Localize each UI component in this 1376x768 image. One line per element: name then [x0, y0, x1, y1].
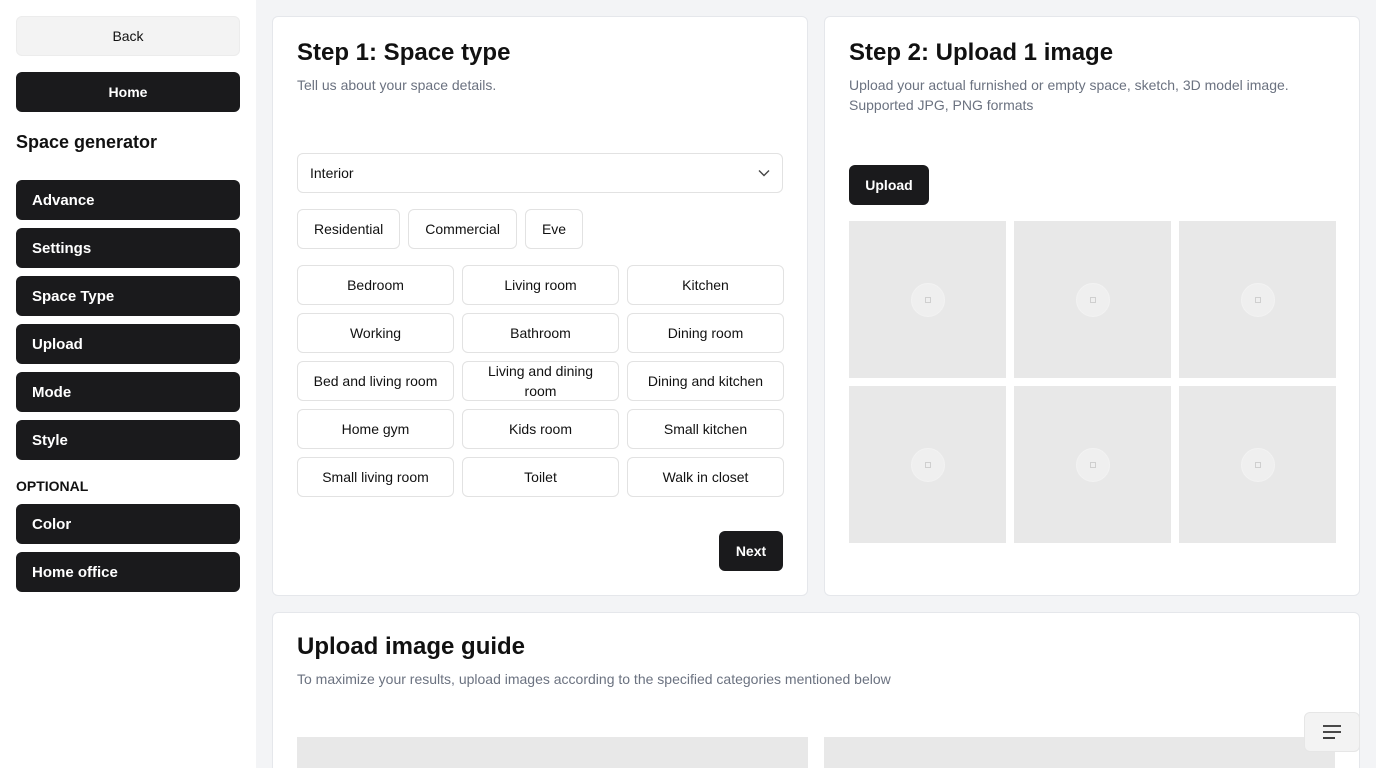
room-option[interactable]: Walk in closet: [627, 457, 784, 497]
sidebar-title: Space generator: [16, 132, 158, 152]
room-option[interactable]: Working: [297, 313, 454, 353]
space-kind-select[interactable]: Interior: [297, 153, 783, 193]
sample-image[interactable]: [1014, 221, 1171, 378]
room-option[interactable]: Kitchen: [627, 265, 784, 305]
category-residential[interactable]: Residential: [297, 209, 401, 249]
step1-card: Step 1: Space type Tell us about your sp…: [272, 16, 808, 596]
menu-button[interactable]: [1304, 712, 1360, 752]
guide-image: [824, 737, 1335, 768]
optional-heading: OPTIONAL: [16, 478, 89, 494]
image-placeholder-icon: [1241, 448, 1275, 482]
sidebar-item-upload[interactable]: Upload: [16, 324, 240, 364]
room-option[interactable]: Kids room: [462, 409, 619, 449]
sidebar-item-color[interactable]: Color: [16, 504, 240, 544]
room-type-grid: Bedroom Living room Kitchen Working Bath…: [297, 265, 784, 497]
sidebar-item-style[interactable]: Style: [16, 420, 240, 460]
upload-button[interactable]: Upload: [849, 165, 929, 205]
sample-image[interactable]: [1014, 386, 1171, 543]
category-commercial[interactable]: Commercial: [408, 209, 517, 249]
room-option[interactable]: Home gym: [297, 409, 454, 449]
sidebar-nav: Advance Settings Space Type Upload Mode …: [16, 180, 240, 460]
room-option[interactable]: Small kitchen: [627, 409, 784, 449]
step2-title: Step 2: Upload 1 image: [849, 39, 1114, 66]
sidebar-item-mode[interactable]: Mode: [16, 372, 240, 412]
guide-title: Upload image guide: [297, 633, 526, 660]
sample-image-grid: [849, 221, 1336, 543]
image-placeholder-icon: [911, 283, 945, 317]
step2-subtitle: Upload your actual furnished or empty sp…: [849, 77, 1289, 113]
select-value: Interior: [310, 165, 354, 181]
sample-image[interactable]: [1179, 386, 1336, 543]
room-option[interactable]: Living and dining room: [462, 361, 619, 401]
chevron-down-icon: [758, 170, 770, 177]
guide-image: [297, 737, 808, 768]
sidebar-item-advance[interactable]: Advance: [16, 180, 240, 220]
image-placeholder-icon: [1076, 283, 1110, 317]
room-option[interactable]: Bedroom: [297, 265, 454, 305]
room-option[interactable]: Toilet: [462, 457, 619, 497]
sidebar-item-settings[interactable]: Settings: [16, 228, 240, 268]
image-placeholder-icon: [1241, 283, 1275, 317]
sidebar-item-space-type[interactable]: Space Type: [16, 276, 240, 316]
back-button[interactable]: Back: [16, 16, 240, 56]
guide-subtitle: To maximize your results, upload images …: [297, 671, 891, 687]
room-option[interactable]: Living room: [462, 265, 619, 305]
room-option[interactable]: Bed and living room: [297, 361, 454, 401]
room-option[interactable]: Small living room: [297, 457, 454, 497]
category-eve[interactable]: Eve: [524, 209, 584, 249]
sample-image[interactable]: [849, 221, 1006, 378]
category-tabs: Residential Commercial Eve: [297, 209, 783, 249]
step1-subtitle: Tell us about your space details.: [297, 77, 497, 93]
next-button[interactable]: Next: [719, 531, 783, 571]
step2-card: Step 2: Upload 1 image Upload your actua…: [824, 16, 1360, 596]
sidebar: Back Home Space generator Advance Settin…: [0, 0, 256, 768]
home-button[interactable]: Home: [16, 72, 240, 112]
sample-image[interactable]: [1179, 221, 1336, 378]
image-placeholder-icon: [911, 448, 945, 482]
guide-image-row: [297, 737, 1335, 768]
image-placeholder-icon: [1076, 448, 1110, 482]
step1-title: Step 1: Space type: [297, 39, 511, 66]
upload-guide-card: Upload image guide To maximize your resu…: [272, 612, 1360, 768]
room-option[interactable]: Dining room: [627, 313, 784, 353]
room-option[interactable]: Dining and kitchen: [627, 361, 784, 401]
sample-image[interactable]: [849, 386, 1006, 543]
sidebar-item-home-office[interactable]: Home office: [16, 552, 240, 592]
room-option[interactable]: Bathroom: [462, 313, 619, 353]
menu-icon: [1323, 725, 1341, 739]
